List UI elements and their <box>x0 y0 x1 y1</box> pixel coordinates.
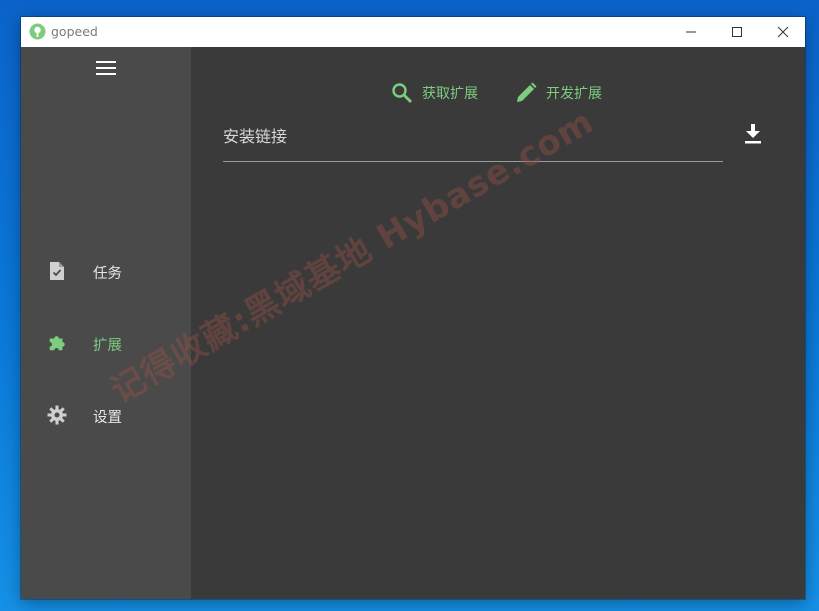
puzzle-piece-icon <box>49 336 65 351</box>
gear-icon <box>47 405 67 425</box>
task-file-check-icon <box>50 262 64 280</box>
install-button[interactable] <box>741 122 765 146</box>
close-button[interactable] <box>760 17 806 47</box>
sidebar-item-label: 设置 <box>93 410 122 426</box>
sidebar: 任务 扩展 设置 <box>21 47 191 599</box>
menu-toggle-button[interactable] <box>93 57 119 79</box>
extensions-page: 获取扩展 开发扩展 安装链接 <box>191 47 805 599</box>
download-icon <box>745 124 761 144</box>
sidebar-item-extensions[interactable]: 扩展 <box>21 321 191 365</box>
maximize-icon <box>732 27 742 37</box>
maximize-button[interactable] <box>714 17 760 47</box>
sidebar-item-tasks[interactable]: 任务 <box>21 249 191 293</box>
get-extensions-label: 获取扩展 <box>422 86 478 102</box>
get-extensions-button[interactable]: 获取扩展 <box>391 80 478 106</box>
hamburger-menu-icon <box>96 61 116 75</box>
search-icon <box>392 83 412 103</box>
gopeed-logo-icon <box>29 23 46 40</box>
window-title: gopeed <box>51 24 98 39</box>
install-url-placeholder: 安装链接 <box>223 127 288 146</box>
title-bar[interactable]: gopeed <box>21 17 805 47</box>
app-window: gopeed 任务 扩展 设置 获取扩展 开发扩展 安装链接 <box>21 17 805 599</box>
sidebar-item-label: 扩展 <box>93 338 122 354</box>
pencil-icon <box>517 82 537 102</box>
sidebar-item-settings[interactable]: 设置 <box>21 393 191 437</box>
minimize-button[interactable] <box>668 17 714 47</box>
develop-extensions-label: 开发扩展 <box>546 86 602 102</box>
close-icon <box>777 26 789 38</box>
install-url-input[interactable]: 安装链接 <box>223 117 723 162</box>
minimize-icon <box>686 31 696 33</box>
sidebar-item-label: 任务 <box>93 266 122 282</box>
develop-extensions-button[interactable]: 开发扩展 <box>515 80 602 106</box>
